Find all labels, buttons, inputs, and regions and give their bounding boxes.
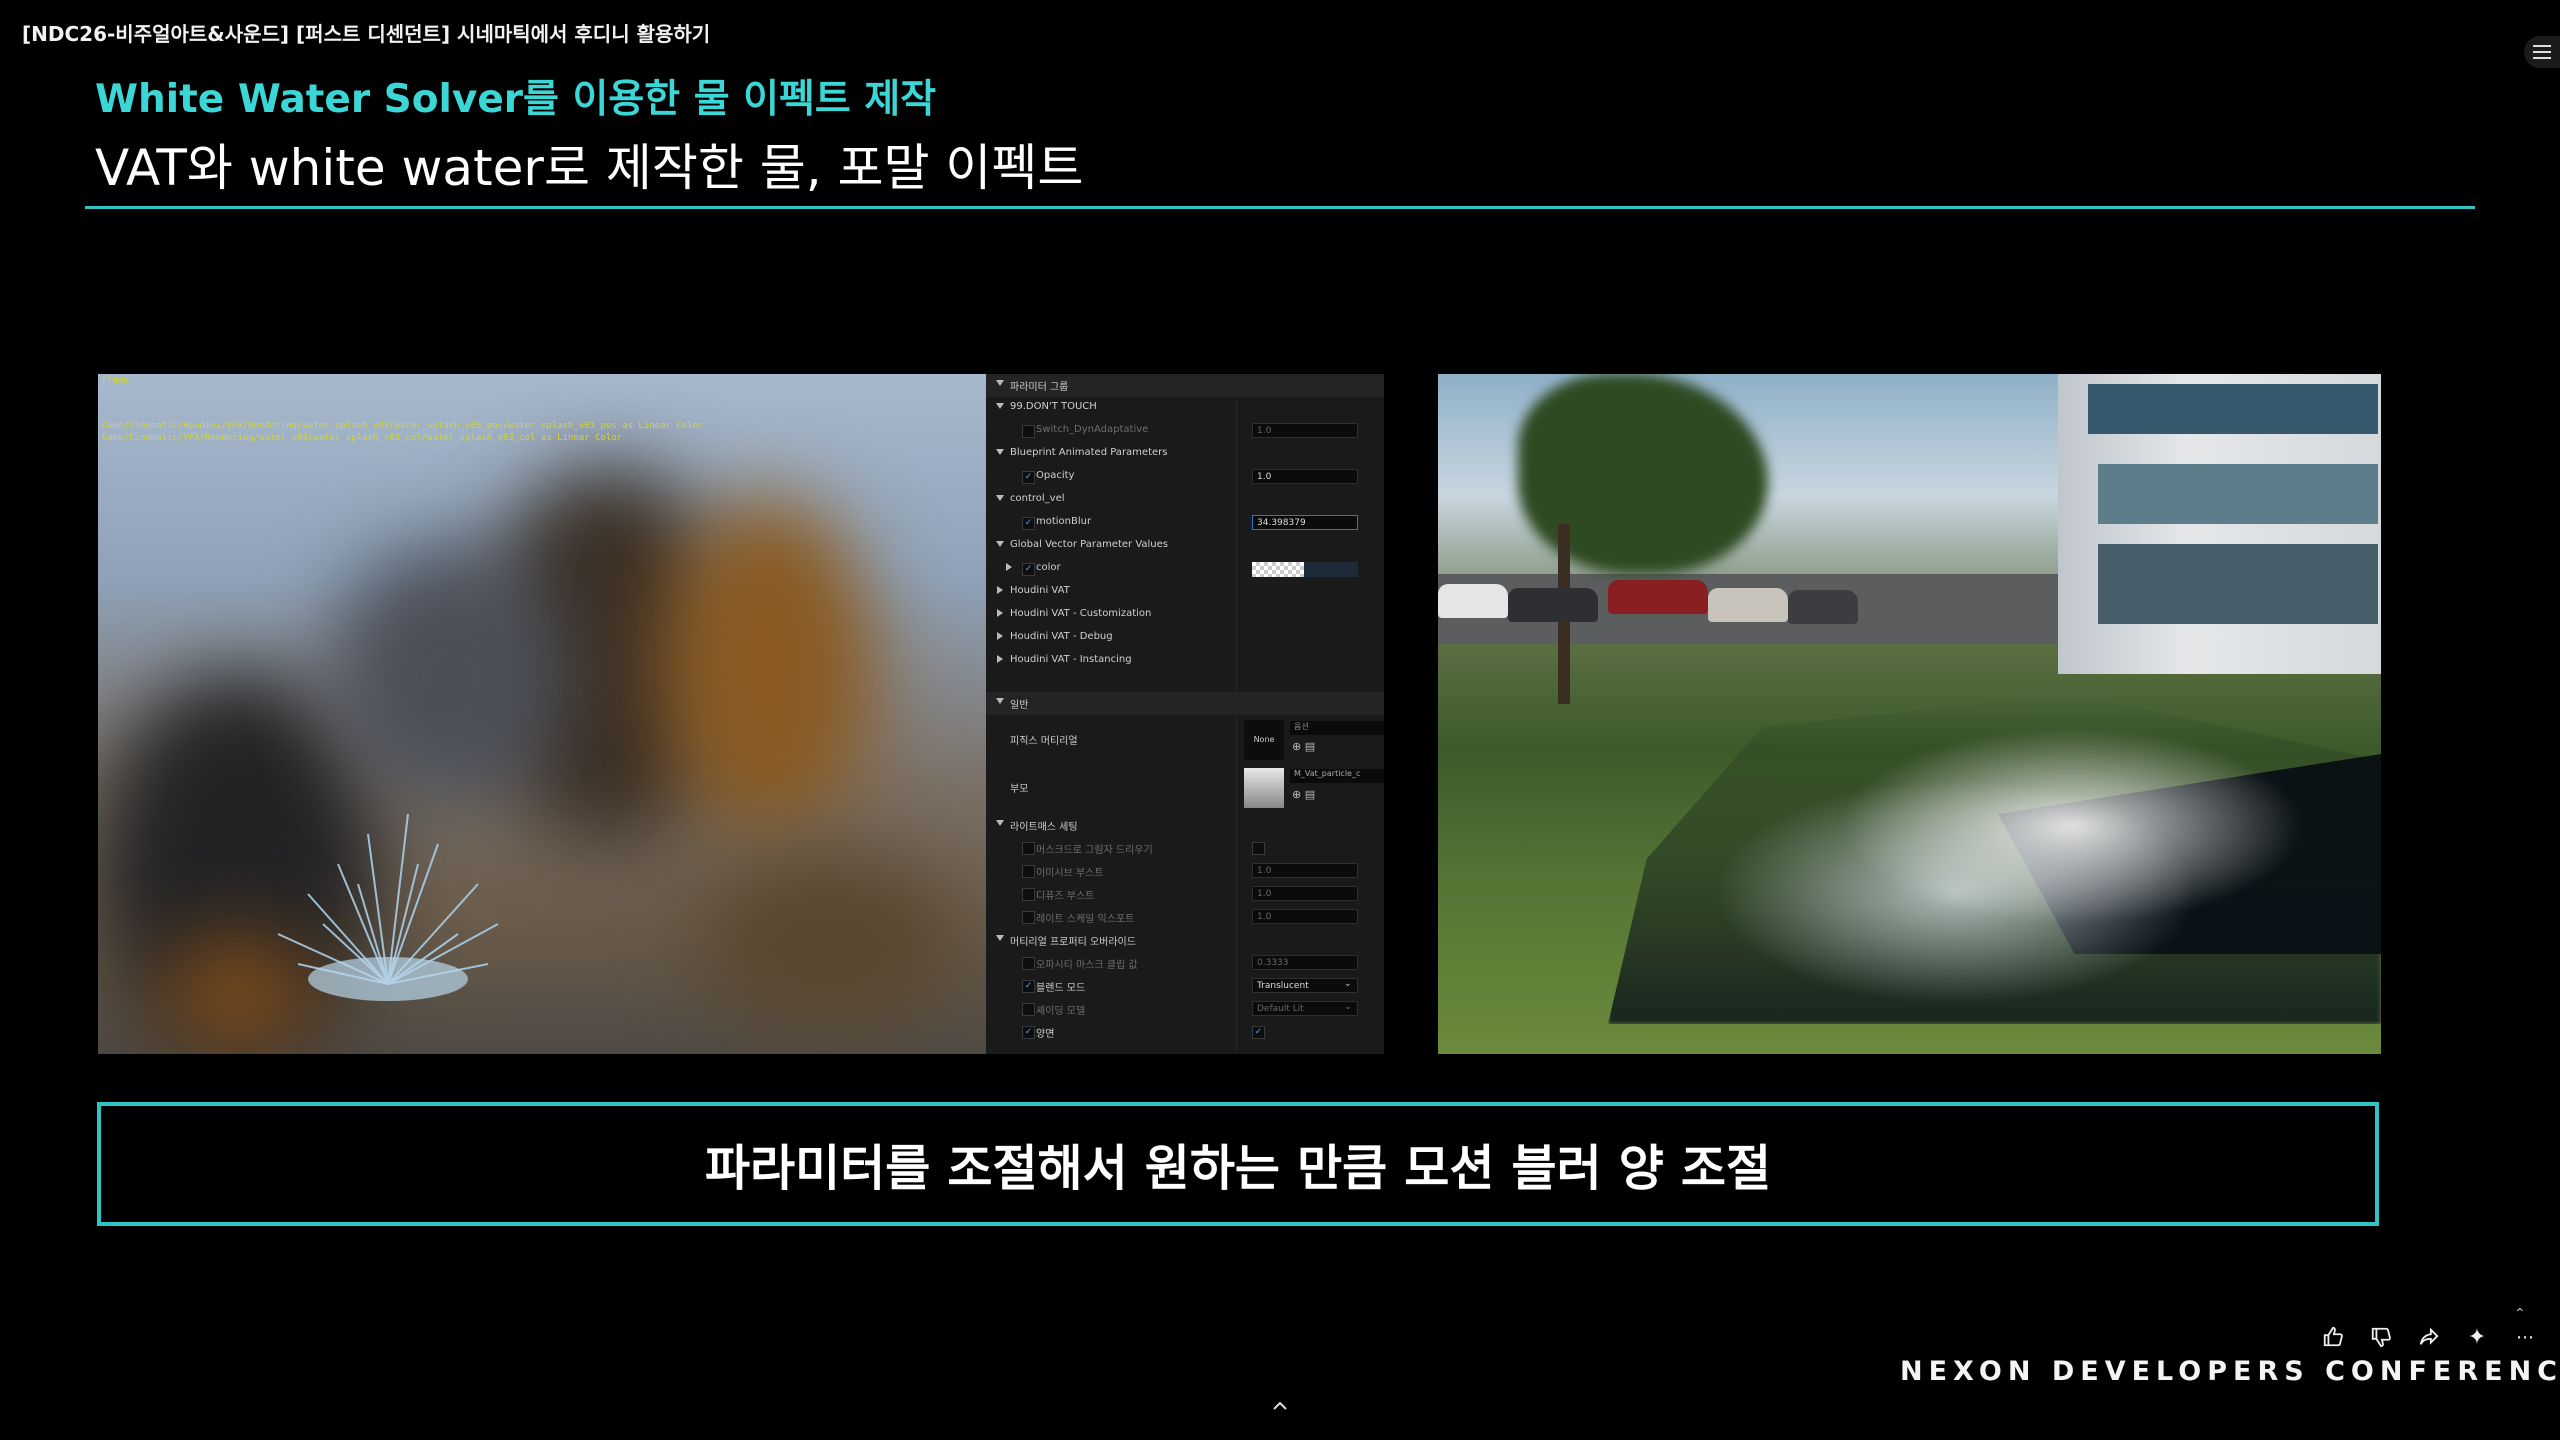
debug-line: Game/Cinematic/Houdini/VFX/Rendering/wat… — [102, 421, 704, 431]
param-row: 오파시티 마스크 클립 값 0.3333 — [986, 952, 1384, 975]
more-icon[interactable]: ⋯ — [2510, 1322, 2540, 1352]
collapsed-houdini-vat-customization[interactable]: Houdini VAT - Customization — [986, 604, 1384, 627]
browse-icon[interactable]: ⊕ ▤ — [1292, 740, 1315, 753]
video-actions: ✦ ⋯ — [2318, 1322, 2540, 1352]
chevron-down-icon: ⌄ — [1344, 979, 1352, 989]
debug-line: Game/Cinematic/VFX/Rendering/water_v03/w… — [102, 433, 623, 443]
slide-title: White Water Solver를 이용한 물 이펙트 제작 — [95, 77, 937, 122]
building — [2058, 374, 2381, 674]
asset-thumbnail[interactable]: None — [1244, 720, 1284, 760]
motion-blur-field[interactable]: 34.398379 — [1252, 515, 1358, 530]
chevron-up-icon[interactable]: ⌃ — [2514, 1306, 2526, 1322]
live-action-video — [1438, 374, 2381, 1054]
collapsed-houdini-vat[interactable]: Houdini VAT — [986, 581, 1384, 604]
section-parameter-groups[interactable]: 파라미터 그룹 — [986, 374, 1384, 397]
param-row: 이미시브 부스트 1.0 — [986, 860, 1384, 883]
section-lightmass[interactable]: 라이트매스 세팅 — [986, 814, 1384, 837]
param-row: 셰이딩 모델 Default Lit ⌄ — [986, 998, 1384, 1021]
section-material-override[interactable]: 머티리얼 프로퍼티 오버라이드 — [986, 929, 1384, 952]
section-general[interactable]: 일반 — [986, 692, 1384, 715]
group-control-vel[interactable]: control_vel — [986, 489, 1384, 512]
color-swatch[interactable] — [1252, 562, 1304, 577]
thumbs-up-icon[interactable] — [2318, 1322, 2348, 1352]
caption-box: 파라미터를 조절해서 원하는 만큼 모션 블러 양 조절 — [97, 1102, 2379, 1226]
param-row: 디퓨즈 부스트 1.0 — [986, 883, 1384, 906]
param-row: 머스크드로 그림자 드리우기 — [986, 837, 1384, 860]
blend-mode-select[interactable]: Translucent — [1252, 978, 1358, 993]
video-title: [NDC26-비주얼아트&사운드] [퍼스트 디센던트] 시네마틱에서 후디니 … — [22, 22, 711, 46]
slide-subtitle: VAT와 white water로 제작한 물, 포말 이펙트 — [95, 139, 1084, 197]
viewport: Frame Game/Cinematic/Houdini/VFX/Renderi… — [98, 374, 986, 1054]
param-row: ✓ 블렌드 모드 Translucent ⌄ — [986, 975, 1384, 998]
param-row: ✓ 양면 ✓ — [986, 1021, 1384, 1044]
shading-model-select[interactable]: Default Lit — [1252, 1001, 1358, 1016]
checkbox[interactable]: ✓ — [1022, 1026, 1035, 1039]
splash-particles — [277, 813, 499, 1001]
parent-row: 부모 M_Vat_particle_c ⊕ ▤ — [986, 766, 1384, 810]
chevron-down-icon: ⌄ — [1344, 1002, 1352, 1012]
collapsed-houdini-vat-debug[interactable]: Houdini VAT - Debug — [986, 627, 1384, 650]
tree — [1518, 374, 1768, 574]
checkbox[interactable]: ✓ — [1022, 517, 1035, 530]
param-row: 레이트 스케일 익스포트 1.0 — [986, 906, 1384, 929]
hamburger-icon — [2533, 45, 2551, 59]
param-row: ✓ Opacity 1.0 — [986, 466, 1384, 489]
details-panel: 파라미터 그룹 99.DON'T TOUCH Switch_DynAdaptat… — [986, 374, 1384, 1054]
group-dont-touch[interactable]: 99.DON'T TOUCH — [986, 397, 1384, 420]
share-icon[interactable] — [2414, 1322, 2444, 1352]
param-row: Switch_DynAdaptative 1.0 — [986, 420, 1384, 443]
checkbox[interactable]: ✓ — [1022, 980, 1035, 993]
checkbox[interactable]: ✓ — [1022, 471, 1035, 484]
nexon-logo: NEXON DEVELOPERS CONFERENCE — [1900, 1356, 2560, 1387]
foam-effect — [1608, 694, 2381, 1024]
caption-text: 파라미터를 조절해서 원하는 만큼 모션 블러 양 조절 — [704, 1139, 1772, 1197]
menu-button[interactable] — [2524, 36, 2560, 68]
checkbox[interactable]: ✓ — [1252, 1026, 1265, 1039]
unreal-editor-video: Frame Game/Cinematic/Houdini/VFX/Renderi… — [98, 374, 1384, 1054]
browse-icon[interactable]: ⊕ ▤ — [1292, 788, 1315, 801]
collapsed-houdini-vat-instancing[interactable]: Houdini VAT - Instancing — [986, 650, 1384, 673]
group-global-vector[interactable]: Global Vector Parameter Values — [986, 535, 1384, 558]
param-row: ✓ color — [986, 558, 1384, 581]
viewport-corner-label: Frame — [102, 376, 130, 386]
viewport-debug-text: Game/Cinematic/Houdini/VFX/Rendering/wat… — [102, 420, 703, 444]
parent-thumbnail[interactable] — [1244, 768, 1284, 808]
sparkle-icon[interactable]: ✦ — [2462, 1322, 2492, 1352]
group-blueprint-animated[interactable]: Blueprint Animated Parameters — [986, 443, 1384, 466]
physical-material-row: 피직스 머티리얼 None 옵션 ⊕ ▤ — [986, 718, 1384, 762]
expand-up-icon[interactable] — [1270, 1398, 1290, 1414]
checkbox[interactable]: ✓ — [1022, 563, 1035, 576]
title-rule — [85, 206, 2475, 209]
thumbs-down-icon[interactable] — [2366, 1322, 2396, 1352]
param-row: ✓ motionBlur 34.398379 — [986, 512, 1384, 535]
